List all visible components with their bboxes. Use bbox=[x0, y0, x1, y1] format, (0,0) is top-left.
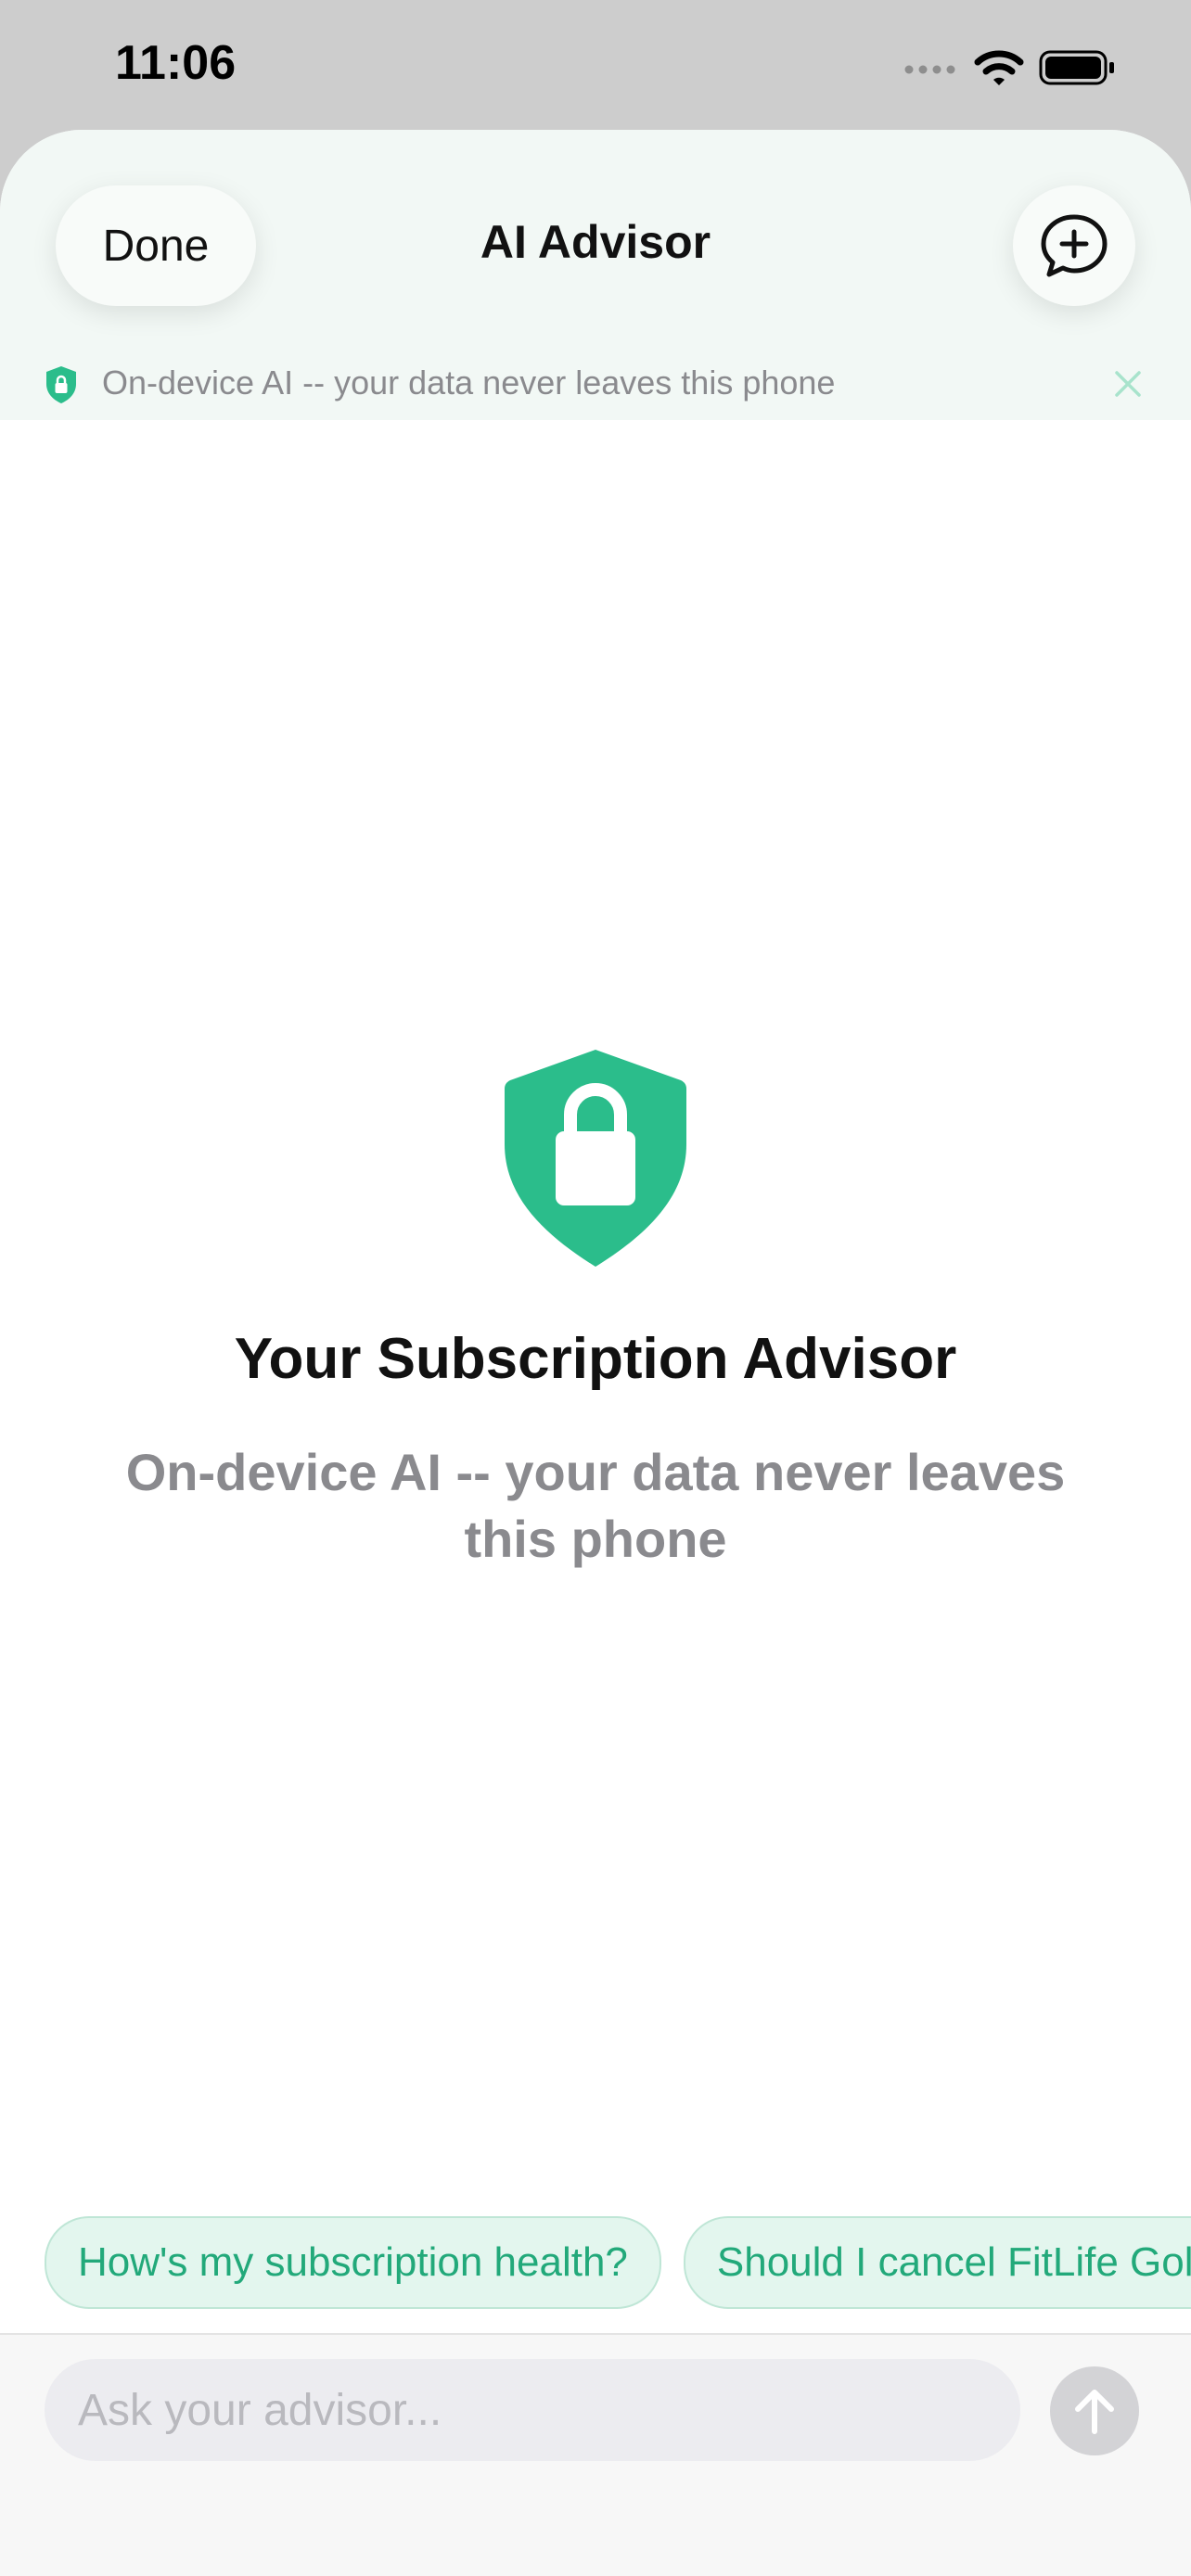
banner-close-button[interactable] bbox=[1109, 363, 1146, 404]
status-time: 11:06 bbox=[115, 36, 237, 90]
shield-lock-icon bbox=[505, 1050, 686, 1267]
suggestion-chip[interactable]: How's my subscription health? bbox=[45, 2216, 661, 2309]
chat-bubble-plus-icon bbox=[1041, 214, 1108, 277]
shield-lock-icon bbox=[46, 366, 76, 403]
navigation-bar: Done AI Advisor On-device AI -- your dat… bbox=[0, 130, 1191, 420]
message-input[interactable] bbox=[45, 2359, 1020, 2461]
hero-title: Your Subscription Advisor bbox=[234, 1327, 957, 1391]
privacy-banner: On-device AI -- your data never leaves t… bbox=[0, 351, 1191, 421]
new-chat-button[interactable] bbox=[1013, 185, 1135, 306]
arrow-up-icon bbox=[1075, 2390, 1114, 2434]
status-icons bbox=[903, 45, 1117, 91]
wifi-icon bbox=[974, 50, 1024, 85]
advisor-sheet: Done AI Advisor On-device AI -- your dat… bbox=[0, 130, 1191, 2576]
suggestion-chips: How's my subscription health? Should I ca… bbox=[45, 2216, 1191, 2309]
battery-icon bbox=[1039, 50, 1114, 85]
suggestion-chip[interactable]: Should I cancel FitLife Gold? bbox=[683, 2216, 1191, 2309]
status-bar: 11:06 bbox=[0, 0, 1191, 139]
message-composer bbox=[0, 2333, 1191, 2576]
close-icon bbox=[1115, 371, 1141, 397]
cellular-signal-icon bbox=[904, 65, 955, 74]
send-button[interactable] bbox=[1050, 2366, 1139, 2455]
privacy-banner-text: On-device AI -- your data never leaves t… bbox=[102, 363, 836, 402]
hero-subtitle: On-device AI -- your data never leaves t… bbox=[125, 1443, 1066, 1568]
